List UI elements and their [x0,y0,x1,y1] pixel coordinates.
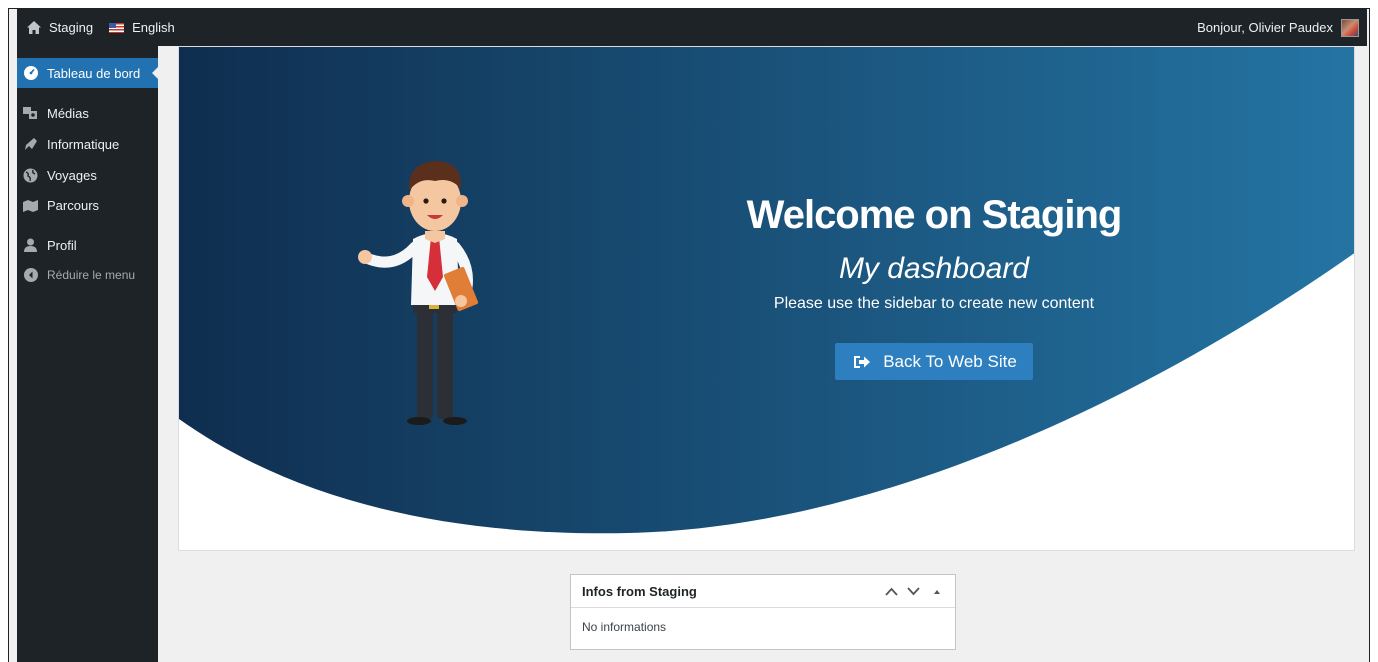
account-menu[interactable]: Bonjour, Olivier Paudex [1197,9,1359,46]
welcome-panel: Welcome on Staging My dashboard Please u… [178,46,1355,551]
greeting: Bonjour, Olivier Paudex [1197,20,1333,35]
collapse-icon [23,268,38,283]
language-label: English [132,20,175,35]
dashboard-icon [23,66,38,81]
sidebar-item-label: Médias [47,105,89,121]
home-icon [27,21,41,34]
sidebar-item-informatique[interactable]: Informatique [17,129,158,159]
chevron-down-icon[interactable] [907,587,920,596]
sidebar-item-label: Tableau de bord [47,65,141,81]
sidebar-item-label: Voyages [47,167,97,183]
hero-subtitle: My dashboard [838,252,1030,285]
sidebar-item-parcours[interactable]: Parcours [17,190,158,220]
button-label: Back To Web Site [883,351,1017,371]
plug-icon [23,137,38,152]
widget-header: Infos from Staging [571,575,955,608]
widget-body: No informations [582,620,667,634]
chevron-up-icon[interactable] [885,587,898,596]
sidebar-item-dashboard[interactable]: Tableau de bord [17,58,159,88]
browser-frame: Staging English Bonjour, Olivier Paudex … [8,8,1370,662]
sidebar-item-medias[interactable]: Médias [17,98,158,128]
back-to-website-button[interactable]: Back To Web Site [835,343,1033,380]
businessman-illustration [358,161,479,425]
language-switcher[interactable]: English [109,20,175,35]
us-flag-icon [109,22,125,33]
user-icon [23,238,38,253]
sidebar-item-label: Informatique [47,136,120,152]
avatar [1341,18,1359,37]
site-name-link[interactable]: Staging [27,20,93,35]
collapse-menu-button[interactable]: Réduire le menu [17,260,158,290]
toggle-panel-icon[interactable] [929,587,945,596]
hero-description: Please use the sidebar to create new con… [773,295,1095,312]
admin-sidebar: Tableau de bord Médias Informatique Voya… [17,46,159,662]
sidebar-item-label: Profil [47,237,77,253]
sidebar-item-label: Réduire le menu [47,268,136,282]
infos-widget: Infos from Staging No informations [570,574,956,650]
sign-out-icon [854,355,871,368]
map-icon [23,198,38,213]
sidebar-item-profil[interactable]: Profil [17,230,158,260]
widget-title: Infos from Staging [582,583,697,599]
admin-bar: Staging English Bonjour, Olivier Paudex [17,9,1367,46]
media-icon [23,106,38,121]
site-name: Staging [49,20,94,35]
sidebar-item-label: Parcours [47,197,100,213]
sidebar-item-voyages[interactable]: Voyages [17,160,158,190]
hero-text-block: Welcome on Staging My dashboard Please u… [739,191,1129,380]
globe-icon [23,168,38,183]
hero-title: Welcome on Staging [746,193,1123,237]
